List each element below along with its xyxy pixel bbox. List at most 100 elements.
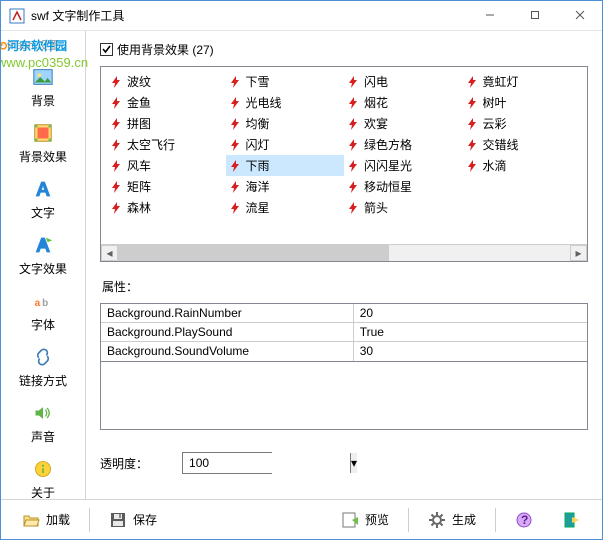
- dropdown-icon[interactable]: ▾: [350, 453, 357, 473]
- flash-icon: [346, 75, 360, 89]
- flash-icon: [465, 138, 479, 152]
- effect-label: 闪闪星光: [364, 157, 412, 174]
- effect-item[interactable]: 水滴: [463, 155, 582, 176]
- opacity-label: 透明度：: [100, 455, 148, 472]
- generate-button[interactable]: 生成: [417, 507, 487, 533]
- effect-item[interactable]: 拼图: [107, 113, 226, 134]
- effect-label: 海洋: [246, 178, 270, 195]
- svg-text:b: b: [42, 298, 48, 309]
- effect-item[interactable]: 均衡: [226, 113, 345, 134]
- effect-item[interactable]: 闪电: [344, 71, 463, 92]
- effect-label: 森林: [127, 199, 151, 216]
- close-button[interactable]: [557, 1, 602, 29]
- effect-item[interactable]: 金鱼: [107, 92, 226, 113]
- flash-icon: [465, 117, 479, 131]
- flash-icon: [346, 138, 360, 152]
- effect-item[interactable]: 矩阵: [107, 176, 226, 197]
- sidebar-item-text[interactable]: 文字: [1, 171, 85, 227]
- preview-button[interactable]: 预览: [330, 507, 400, 533]
- sidebar-item-sound[interactable]: 声音: [1, 395, 85, 451]
- maximize-button[interactable]: [512, 1, 557, 29]
- effect-label: 水滴: [483, 157, 507, 174]
- flash-icon: [109, 138, 123, 152]
- effect-item[interactable]: 烟花: [344, 92, 463, 113]
- effect-item[interactable]: 下雨: [226, 155, 345, 176]
- scrollbar-thumb[interactable]: [118, 245, 389, 261]
- titlebar: swf 文字制作工具: [1, 1, 602, 31]
- effect-item[interactable]: 森林: [107, 197, 226, 218]
- svg-text:?: ?: [521, 513, 528, 527]
- property-key: Background.PlaySound: [101, 323, 354, 341]
- effect-item[interactable]: 箭头: [344, 197, 463, 218]
- effect-label: 流星: [246, 199, 270, 216]
- property-value[interactable]: 20: [354, 304, 587, 322]
- effect-label: 烟花: [364, 94, 388, 111]
- flash-icon: [228, 138, 242, 152]
- minimize-button[interactable]: [467, 1, 512, 29]
- property-row[interactable]: Background.RainNumber20: [101, 304, 587, 323]
- flash-icon: [465, 75, 479, 89]
- effect-item[interactable]: 树叶: [463, 92, 582, 113]
- effect-label: 波纹: [127, 73, 151, 90]
- effect-label: 矩阵: [127, 178, 151, 195]
- sidebar-item-label: 文字: [31, 204, 55, 221]
- load-label: 加载: [46, 511, 70, 528]
- flash-icon: [346, 117, 360, 131]
- preview-label: 预览: [365, 511, 389, 528]
- effect-label: 风车: [127, 157, 151, 174]
- effect-item[interactable]: 闪闪星光: [344, 155, 463, 176]
- effect-label: 下雪: [246, 73, 270, 90]
- effect-item[interactable]: 太空飞行: [107, 134, 226, 155]
- opacity-combobox[interactable]: ▾: [182, 452, 272, 474]
- sidebar-item-text-effect[interactable]: 文字效果: [1, 227, 85, 283]
- effect-item[interactable]: 欢宴: [344, 113, 463, 134]
- sidebar-item-link[interactable]: 链接方式: [1, 339, 85, 395]
- sidebar-item-bg-effect[interactable]: 背景效果: [1, 115, 85, 171]
- save-button[interactable]: 保存: [98, 507, 168, 533]
- separator: [89, 508, 90, 532]
- scroll-left-icon[interactable]: ◂: [101, 245, 118, 261]
- property-key: Background.RainNumber: [101, 304, 354, 322]
- effect-item[interactable]: 风车: [107, 155, 226, 176]
- gear-icon: [428, 511, 446, 529]
- property-row[interactable]: Background.SoundVolume30: [101, 342, 587, 361]
- property-value[interactable]: True: [354, 323, 587, 341]
- effect-item[interactable]: 光电线: [226, 92, 345, 113]
- effect-label: 绿色方格: [364, 136, 412, 153]
- sidebar-item-about[interactable]: 关于: [1, 451, 85, 499]
- flash-icon: [109, 96, 123, 110]
- scroll-right-icon[interactable]: ▸: [570, 245, 587, 261]
- effect-item[interactable]: 云彩: [463, 113, 582, 134]
- exit-button[interactable]: [552, 507, 592, 533]
- effect-item[interactable]: 闪灯: [226, 134, 345, 155]
- property-value[interactable]: 30: [354, 342, 587, 361]
- folder-open-icon: [22, 511, 40, 529]
- help-button[interactable]: ?: [504, 507, 544, 533]
- effect-item[interactable]: 波纹: [107, 71, 226, 92]
- effect-label: 光电线: [246, 94, 282, 111]
- flash-icon: [109, 75, 123, 89]
- sidebar-item-background[interactable]: 背景: [1, 59, 85, 115]
- effect-item[interactable]: 绿色方格: [344, 134, 463, 155]
- effect-label: 竟虹灯: [483, 73, 519, 90]
- effect-label: 金鱼: [127, 94, 151, 111]
- effect-item: [463, 197, 582, 218]
- use-bg-effect-checkbox[interactable]: [100, 43, 113, 56]
- opacity-input[interactable]: [183, 453, 350, 473]
- svg-text:a: a: [35, 298, 41, 309]
- effect-item[interactable]: 交错线: [463, 134, 582, 155]
- property-key: Background.SoundVolume: [101, 342, 354, 361]
- flash-icon: [228, 96, 242, 110]
- sidebar-item-font[interactable]: ab 字体: [1, 283, 85, 339]
- effect-label: 闪电: [364, 73, 388, 90]
- property-row[interactable]: Background.PlaySoundTrue: [101, 323, 587, 342]
- effect-item[interactable]: 竟虹灯: [463, 71, 582, 92]
- help-icon: ?: [515, 511, 533, 529]
- effect-item[interactable]: 海洋: [226, 176, 345, 197]
- load-button[interactable]: 加载: [11, 507, 81, 533]
- effect-item[interactable]: 下雪: [226, 71, 345, 92]
- info-icon: [31, 457, 55, 481]
- effect-item[interactable]: 移动恒星: [344, 176, 463, 197]
- horizontal-scrollbar[interactable]: ◂ ▸: [101, 244, 587, 261]
- effect-item[interactable]: 流星: [226, 197, 345, 218]
